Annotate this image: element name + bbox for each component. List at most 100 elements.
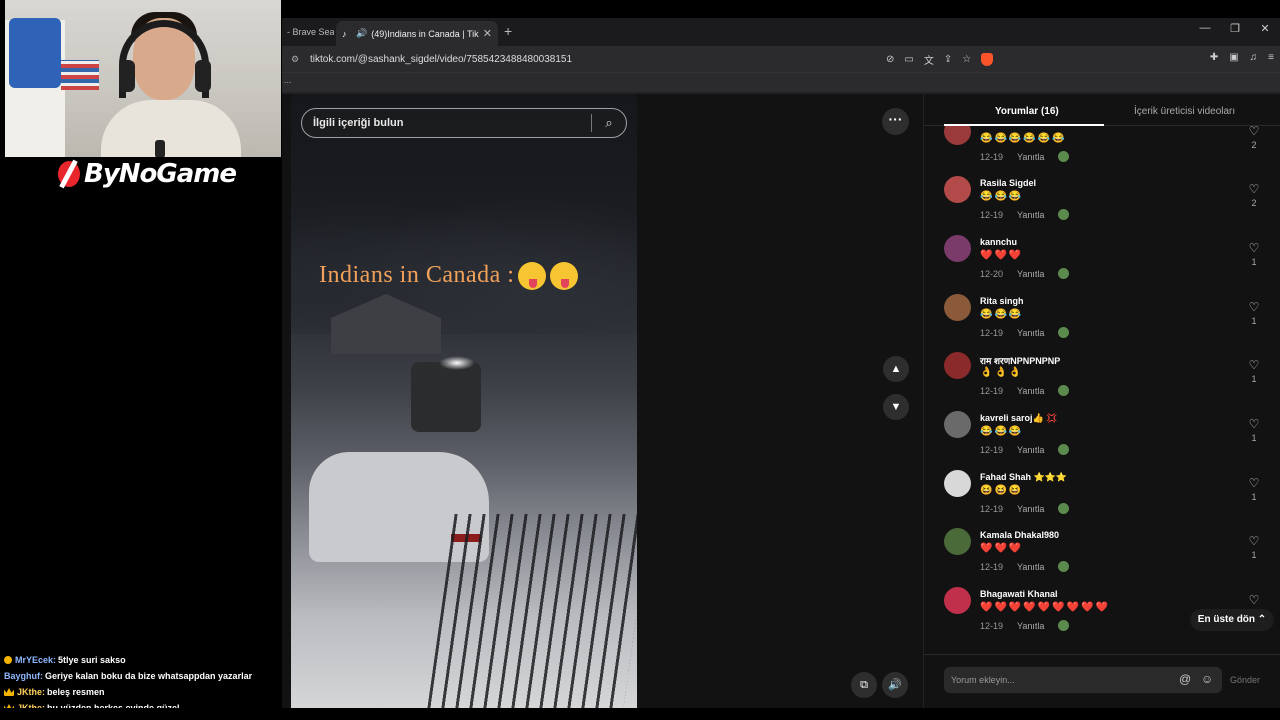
miniplayer-button[interactable]: ⧉ — [851, 672, 877, 698]
tongue-emoji-icon — [550, 262, 579, 291]
webcam-feed — [5, 0, 281, 157]
minimize-button[interactable]: — — [1190, 22, 1220, 35]
reply-button[interactable]: Yanıtla — [1017, 328, 1044, 338]
restore-button[interactable]: ❐ — [1220, 22, 1250, 35]
like-count: 1 — [1251, 257, 1257, 267]
tab-tiktok[interactable]: ♪ 🔊 (49)Indians in Canada | TikTok ✕ — [336, 21, 498, 46]
tab-comments[interactable]: Yorumlar (16) — [995, 106, 1059, 117]
comment-author[interactable]: Kamala Dhakal980 — [980, 530, 1059, 540]
site-info-icon[interactable]: ⚙ — [286, 54, 304, 65]
chat-message: Bayghuf: Geriye kalan boku da bize whatsa… — [0, 668, 290, 684]
heart-icon[interactable]: ♡ — [1244, 534, 1264, 548]
chat-username: Bayghuf: — [4, 671, 43, 681]
reply-button[interactable]: Yanıtla — [1017, 445, 1044, 455]
wallet-icon[interactable]: ▣ — [1229, 52, 1238, 63]
no-camera-icon[interactable]: ⊘ — [886, 54, 894, 65]
creator-liked-icon — [1058, 327, 1070, 338]
creator-liked-icon — [1058, 385, 1070, 396]
comment-text: 👌👌👌 — [980, 367, 1024, 378]
reply-button[interactable]: Yanıtla — [1017, 562, 1044, 572]
media-icon[interactable]: ♫ — [1250, 52, 1258, 63]
comment-item: Kamala Dhakal980 ❤️❤️❤️ 12-19 Yanıtla ♡ 1 — [944, 528, 1264, 586]
avatar[interactable] — [944, 352, 971, 379]
back-to-top-button[interactable]: En üste dön ⌃ — [1190, 609, 1274, 631]
avatar[interactable] — [944, 528, 971, 555]
streamer-logo: ByNoGame — [56, 155, 237, 193]
avatar[interactable] — [944, 411, 971, 438]
next-video-button[interactable]: ▼ — [883, 394, 909, 420]
comment-author[interactable]: राम शरणNPNPNPNP — [980, 354, 1060, 367]
like-count: 2 — [1251, 198, 1257, 208]
search-icon[interactable]: ⌕ — [592, 115, 626, 131]
reply-button[interactable]: Yanıtla — [1017, 504, 1044, 514]
heart-icon[interactable]: ♡ — [1244, 300, 1264, 314]
tab-creator-videos[interactable]: İçerik üreticisi videoları — [1134, 106, 1235, 117]
comment-author[interactable]: Bhagawati Khanal — [980, 589, 1058, 599]
comment-author[interactable]: Rita singh — [980, 296, 1024, 306]
menu-icon[interactable]: ≡ — [1268, 52, 1274, 63]
reply-button[interactable]: Yanıtla — [1017, 210, 1044, 220]
extensions-icon[interactable]: ✚ — [1210, 52, 1218, 63]
heart-icon[interactable]: ♡ — [1244, 593, 1264, 607]
avatar[interactable] — [944, 294, 971, 321]
mention-icon[interactable]: @ — [1179, 672, 1191, 686]
creator-liked-icon — [1058, 503, 1070, 514]
url-field[interactable]: tiktok.com/@sashank_sigdel/video/7585423… — [310, 54, 880, 65]
comment-date: 12-19 — [980, 385, 1004, 396]
comment-date: 12-19 — [980, 561, 1004, 572]
reply-button[interactable]: Yanıtla — [1017, 386, 1044, 396]
comment-list: 😂😂😂 😂😂😂 12-19 Yanıtla ♡ 2 Rasila Sigdel 😂😂😂 12-1… — [924, 126, 1280, 646]
avatar[interactable] — [944, 470, 971, 497]
comment-text: 😂😂😂 — [980, 426, 1024, 437]
new-tab-button[interactable]: + — [504, 23, 512, 39]
reply-button[interactable]: Yanıtla — [1017, 269, 1044, 279]
bynogame-logo-icon — [56, 159, 80, 189]
comment-text: 😂😂😂 — [980, 191, 1024, 202]
tab-bar: - Brave Sear ♪ 🔊 (49)Indians in Canada |… — [282, 18, 1280, 46]
avatar[interactable] — [944, 126, 971, 145]
comment-item: Fahad Shah ⭐⭐⭐ 😆😆😆 12-19 Yanıtla ♡ 1 — [944, 470, 1264, 528]
comment-author[interactable]: Fahad Shah ⭐⭐⭐ — [980, 472, 1067, 483]
comment-author[interactable]: Rasila Sigdel — [980, 178, 1036, 188]
share-icon[interactable]: ⇪ — [944, 54, 952, 65]
reply-button[interactable]: Yanıtla — [1017, 152, 1044, 162]
comment-date: 12-19 — [980, 503, 1004, 514]
heart-icon[interactable]: ♡ — [1244, 417, 1264, 431]
comment-text: 😆😆😆 — [980, 485, 1024, 496]
avatar[interactable] — [944, 235, 971, 262]
comment-author[interactable]: kavreli saroj👍 💢 — [980, 413, 1057, 424]
previous-video-button[interactable]: ▲ — [883, 356, 909, 382]
brave-shields-icon[interactable] — [981, 52, 994, 66]
cast-icon[interactable]: ▭ — [904, 54, 913, 65]
chat-text: 5tlye suri sakso — [58, 655, 126, 665]
avatar[interactable] — [944, 176, 971, 203]
search-bar[interactable]: İlgili içeriği bulun ⌕ — [301, 108, 627, 138]
bookmark-icon[interactable]: ☆ — [962, 54, 971, 65]
more-options-button[interactable]: ··· — [882, 108, 909, 135]
comment-item: kavreli saroj👍 💢 😂😂😂 12-19 Yanıtla ♡ 1 — [944, 411, 1264, 469]
comment-author[interactable]: kannchu — [980, 237, 1017, 247]
close-tab-icon[interactable]: ✕ — [483, 27, 492, 40]
emoji-picker-icon[interactable]: ☺ — [1201, 672, 1213, 686]
volume-button[interactable]: 🔊 — [882, 672, 908, 698]
search-input[interactable]: İlgili içeriği bulun — [302, 117, 591, 129]
close-window-button[interactable]: ✕ — [1250, 22, 1280, 35]
heart-icon[interactable]: ♡ — [1244, 182, 1264, 196]
tab-brave-search[interactable]: - Brave Sear — [282, 23, 334, 45]
speaker-icon[interactable]: 🔊 — [356, 28, 367, 39]
chat-username: MrYEcek: — [15, 655, 57, 665]
translate-icon[interactable]: 文 — [924, 52, 934, 67]
logo-text: ByNoGame — [84, 159, 237, 189]
comment-item: kannchu ❤️❤️❤️ 12-20 Yanıtla ♡ 1 — [944, 235, 1264, 293]
heart-icon[interactable]: ♡ — [1244, 358, 1264, 372]
video-player[interactable]: Indians in Canada : — [291, 94, 637, 708]
heart-icon[interactable]: ♡ — [1244, 476, 1264, 490]
creator-liked-icon — [1058, 268, 1070, 279]
bookmarks-bar: ... — [282, 72, 1280, 92]
comment-text: 😂😂😂 — [980, 309, 1024, 320]
avatar[interactable] — [944, 587, 971, 614]
heart-icon[interactable]: ♡ — [1244, 241, 1264, 255]
heart-icon[interactable]: ♡ — [1244, 126, 1264, 138]
reply-button[interactable]: Yanıtla — [1017, 621, 1044, 631]
send-button[interactable]: Gönder — [1230, 675, 1260, 685]
